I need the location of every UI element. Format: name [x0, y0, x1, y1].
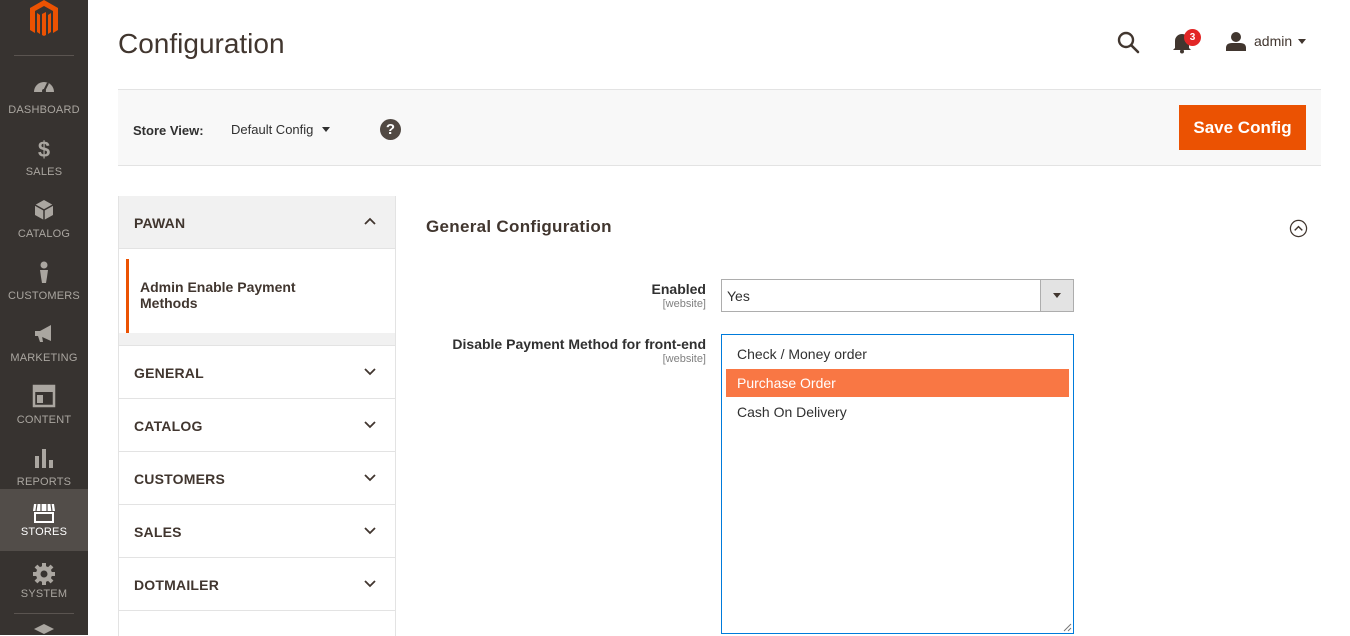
- bar-chart-icon: [35, 449, 53, 468]
- nav-divider: [14, 55, 74, 56]
- section-title[interactable]: General Configuration: [426, 217, 612, 237]
- tab-group-sales[interactable]: SALES: [119, 505, 395, 558]
- gear-icon: [33, 563, 55, 585]
- tab-group-customers[interactable]: CUSTOMERS: [119, 452, 395, 505]
- tab-item-label: Admin Enable Payment Methods: [140, 279, 296, 311]
- chevron-down-icon: [364, 368, 376, 376]
- tab-group-pawan[interactable]: PAWAN: [119, 196, 395, 249]
- tab-group-dotmailer[interactable]: DOTMAILER: [119, 558, 395, 611]
- enabled-scope: [website]: [662, 298, 706, 310]
- chevron-down-icon: [364, 580, 376, 588]
- nav-item-stores[interactable]: STORES: [0, 489, 88, 551]
- person-icon: [40, 261, 48, 283]
- tab-divider: [119, 333, 395, 346]
- svg-text:$: $: [38, 137, 50, 160]
- tab-group-items: Admin Enable Payment Methods: [119, 249, 395, 333]
- chevron-down-icon: [322, 127, 331, 132]
- nav-divider: [14, 613, 74, 614]
- disable-methods-scope: [website]: [662, 353, 706, 365]
- tab-group-title: GENERAL: [134, 365, 204, 381]
- disable-methods-label: Disable Payment Method for front-end: [452, 336, 706, 352]
- nav-item-content[interactable]: CONTENT: [0, 376, 88, 438]
- layout-icon: [32, 384, 56, 408]
- tab-item-admin-enable-payment-methods[interactable]: Admin Enable Payment Methods: [126, 259, 396, 333]
- box-icon: [34, 200, 54, 220]
- chevron-down-icon: [1298, 38, 1307, 44]
- notification-count-badge[interactable]: 3: [1184, 29, 1201, 46]
- user-icon: [1226, 32, 1246, 51]
- tab-group-title: CATALOG: [134, 418, 203, 434]
- enabled-select-value: Yes: [727, 288, 750, 304]
- nav-item-customers[interactable]: CUSTOMERS: [0, 252, 88, 314]
- nav-label: REPORTS: [16, 476, 72, 488]
- dollar-icon: $: [38, 137, 50, 160]
- save-config-button[interactable]: Save Config: [1179, 105, 1306, 150]
- store-icon: [33, 503, 55, 523]
- collapse-section-icon[interactable]: [1289, 219, 1308, 238]
- nav-label: STORES: [20, 526, 68, 538]
- nav-item-system[interactable]: SYSTEM: [0, 562, 88, 624]
- store-view-toolbar: Store View: Default Config ? Save Config: [118, 89, 1321, 166]
- store-view-value: Default Config: [231, 122, 314, 137]
- enabled-select[interactable]: Yes: [721, 279, 1074, 312]
- tab-group-title: PAWAN: [134, 215, 186, 231]
- tab-group-title: DOTMAILER: [134, 577, 220, 593]
- chevron-down-icon: [364, 474, 376, 482]
- tab-group-catalog[interactable]: CATALOG: [119, 399, 395, 452]
- megaphone-icon: [35, 325, 51, 342]
- nav-item-sales[interactable]: $ SALES: [0, 128, 88, 190]
- tab-group-general[interactable]: GENERAL: [119, 346, 395, 399]
- option-cash-on-delivery[interactable]: Cash On Delivery: [726, 398, 1069, 426]
- option-purchase-order[interactable]: Purchase Order: [726, 369, 1069, 397]
- chevron-down-icon: [1040, 280, 1073, 311]
- store-view-switcher[interactable]: Default Config: [231, 122, 331, 137]
- option-check-money-order[interactable]: Check / Money order: [726, 340, 1069, 368]
- store-view-label: Store View:: [133, 123, 204, 138]
- admin-sidebar: DASHBOARD $ SALES CATALOG CUSTOMERS MARK…: [0, 0, 88, 635]
- user-menu[interactable]: admin: [1226, 30, 1307, 52]
- dashboard-icon: [34, 82, 54, 93]
- nav-label: MARKETING: [10, 352, 78, 364]
- nav-item-catalog[interactable]: CATALOG: [0, 190, 88, 252]
- chevron-down-icon: [364, 527, 376, 535]
- chevron-up-icon: [364, 217, 376, 225]
- user-name: admin: [1254, 33, 1293, 49]
- nav-item-dashboard[interactable]: DASHBOARD: [0, 66, 88, 128]
- page-title: Configuration: [118, 28, 285, 59]
- nav-label: CATALOG: [17, 228, 71, 240]
- help-icon[interactable]: ?: [380, 119, 401, 140]
- tab-group-title: SALES: [134, 524, 182, 540]
- magento-logo-icon[interactable]: [0, 0, 88, 55]
- nav-label: CUSTOMERS: [8, 290, 80, 302]
- nav-label: DASHBOARD: [8, 104, 80, 116]
- nav-label: SALES: [25, 166, 63, 178]
- nav-label: SYSTEM: [20, 588, 68, 600]
- resize-handle-icon[interactable]: [1063, 623, 1072, 632]
- chevron-down-icon: [364, 421, 376, 429]
- config-tabs: PAWAN Admin Enable Payment Methods GENER…: [118, 196, 396, 636]
- disable-methods-multiselect[interactable]: Check / Money order Purchase Order Cash …: [721, 334, 1074, 634]
- nav-label: CONTENT: [16, 414, 72, 426]
- nav-item-marketing[interactable]: MARKETING: [0, 314, 88, 376]
- enabled-label: Enabled: [651, 281, 706, 297]
- extensions-icon: [34, 624, 54, 634]
- search-icon[interactable]: [1116, 30, 1140, 54]
- tab-group-title: CUSTOMERS: [134, 471, 225, 487]
